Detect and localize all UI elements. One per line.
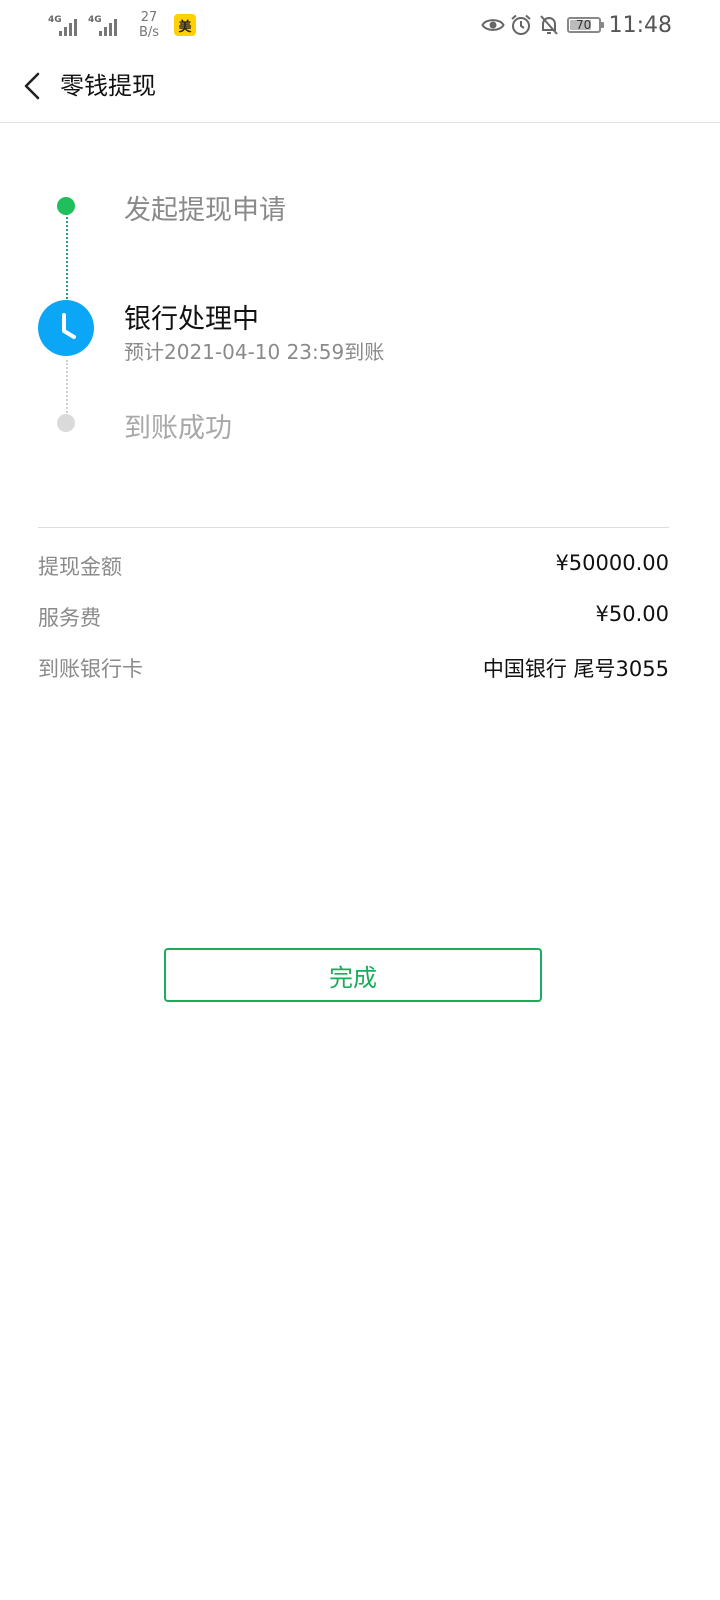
- status-time: 11:48: [608, 12, 672, 38]
- step-pending-dot: [57, 414, 75, 432]
- detail-row: 到账银行卡 中国银行 尾号3055: [38, 647, 669, 698]
- chevron-left-icon: [24, 72, 40, 100]
- net-speed-value: 27: [140, 10, 158, 25]
- net-speed-unit: B/s: [138, 25, 160, 40]
- clock-icon: [38, 300, 94, 356]
- status-right: 70 11:48: [477, 8, 672, 42]
- step-label: 发起提现申请: [124, 195, 286, 226]
- battery-icon: 70: [566, 17, 604, 33]
- alarm-icon: [509, 13, 533, 37]
- detail-row: 服务费 ¥50.00: [38, 596, 669, 647]
- status-left: 4G 4G 27 B/s 美: [48, 8, 196, 42]
- back-button[interactable]: [14, 68, 50, 104]
- detail-label: 服务费: [38, 606, 101, 630]
- app-notification-icon: 美: [174, 14, 196, 36]
- done-button[interactable]: 完成: [164, 948, 542, 1002]
- status-bar: 4G 4G 27 B/s 美 70 11:48: [0, 0, 720, 50]
- progress-line-done: [66, 210, 68, 302]
- withdraw-page: 4G 4G 27 B/s 美 70 11:48 零钱提现 发起提现申请 银行处理…: [0, 0, 720, 1600]
- detail-value: 中国银行 尾号3055: [482, 657, 669, 681]
- signal-icon: 4G: [48, 12, 82, 38]
- signal-icon: 4G: [88, 12, 122, 38]
- withdraw-progress: 发起提现申请 银行处理中 预计2021-04-10 23:59到账 到账成功: [0, 160, 720, 460]
- step-label-current: 银行处理中: [124, 304, 259, 335]
- detail-label: 到账银行卡: [38, 657, 143, 681]
- net-speed: 27 B/s: [132, 10, 166, 40]
- nav-bar: 零钱提现: [0, 50, 720, 123]
- withdraw-details: 提现金额 ¥50000.00 服务费 ¥50.00 到账银行卡 中国银行 尾号3…: [38, 545, 669, 698]
- detail-value: ¥50.00: [595, 602, 669, 626]
- detail-value: ¥50000.00: [555, 551, 669, 575]
- eye-icon: [480, 13, 505, 37]
- bell-off-icon: [537, 13, 561, 37]
- step-eta: 预计2021-04-10 23:59到账: [124, 340, 385, 364]
- detail-row: 提现金额 ¥50000.00: [38, 545, 669, 596]
- step-done-dot: [57, 197, 75, 215]
- divider: [38, 527, 669, 528]
- step-label: 到账成功: [124, 413, 232, 444]
- page-title: 零钱提现: [60, 72, 156, 100]
- battery-level: 70: [575, 18, 592, 32]
- progress-line-pending: [66, 360, 68, 420]
- detail-label: 提现金额: [38, 555, 122, 579]
